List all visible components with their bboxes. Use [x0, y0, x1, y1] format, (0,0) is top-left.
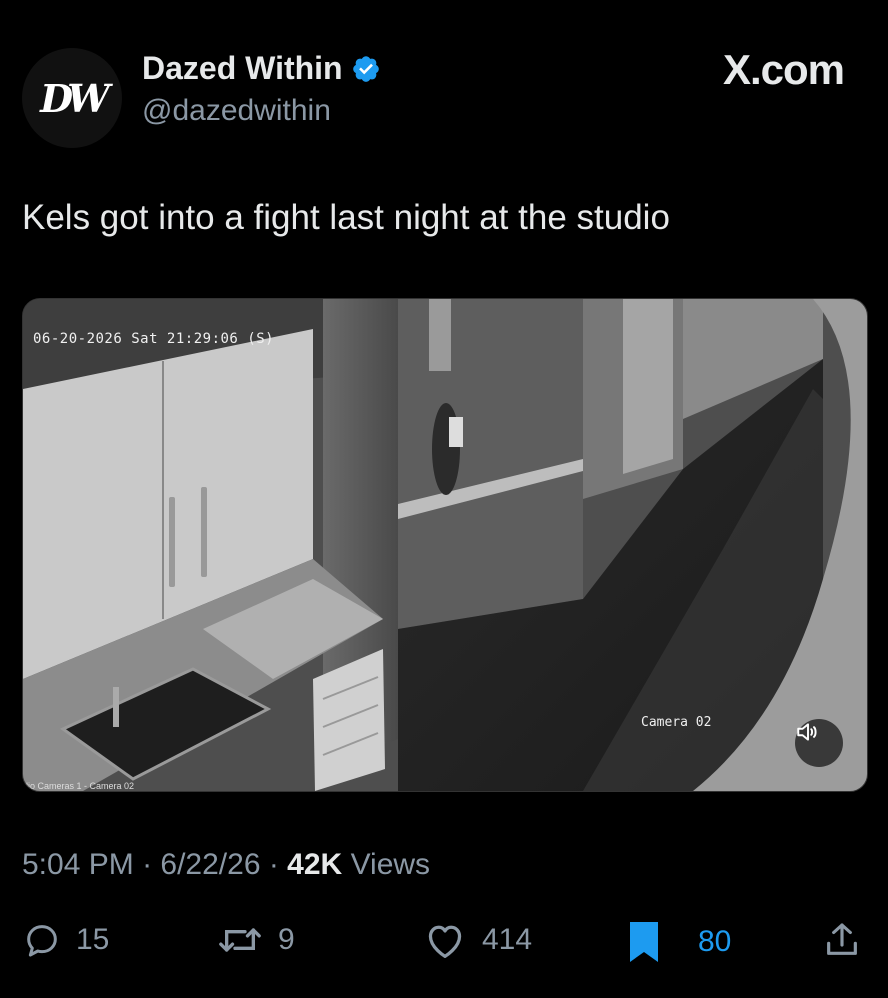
action-bar: 15 9 414 80 [22, 920, 868, 970]
bookmark-count: 80 [698, 925, 732, 958]
mute-button[interactable] [795, 719, 843, 767]
like-count: 414 [482, 923, 533, 956]
speaker-icon [797, 723, 817, 741]
tweet-time[interactable]: 5:04 PM [22, 848, 134, 881]
repost-count: 9 [278, 923, 295, 956]
meta-separator: · [142, 848, 161, 881]
tweet-text: Kels got into a fight last night at the … [22, 198, 670, 237]
camera-timestamp: 06-20-2026 Sat 21:29:06 (S) [33, 331, 275, 347]
bookmark-icon [630, 922, 658, 962]
repost-button[interactable]: 9 [216, 920, 295, 960]
reply-count: 15 [76, 923, 110, 956]
share-icon [827, 923, 857, 955]
share-button[interactable] [822, 920, 862, 960]
bookmark-button[interactable]: 80 [626, 920, 731, 964]
camera-label: Camera 02 [641, 715, 712, 730]
camera-footer-caption: dio Cameras 1 - Camera 02 [23, 781, 135, 791]
name-row: Dazed Within [142, 50, 381, 87]
handle[interactable]: @dazedwithin [142, 94, 331, 128]
x-watermark: X.com [722, 46, 845, 93]
tweet-meta: 5:04 PM · 6/22/26 · 42K Views [22, 848, 430, 882]
views-label: Views [350, 848, 431, 881]
heart-icon [428, 925, 462, 958]
avatar[interactable]: DW [22, 48, 122, 148]
tweet-date[interactable]: 6/22/26 [160, 848, 260, 881]
verified-badge-icon [352, 55, 379, 82]
reply-icon [27, 925, 57, 957]
tweet-header: DW Dazed Within @dazedwithin X.com [22, 38, 872, 148]
repost-icon [219, 928, 261, 952]
video-player[interactable]: 06-20-2026 Sat 21:29:06 (S) Camera 02 di… [22, 298, 868, 792]
reply-button[interactable]: 15 [22, 920, 109, 960]
display-name[interactable]: Dazed Within [142, 50, 343, 87]
like-button[interactable]: 414 [422, 920, 532, 960]
views-count: 42K [287, 848, 343, 881]
avatar-monogram: DW [40, 75, 110, 121]
security-camera-frame [23, 299, 867, 791]
meta-separator: · [268, 848, 288, 881]
